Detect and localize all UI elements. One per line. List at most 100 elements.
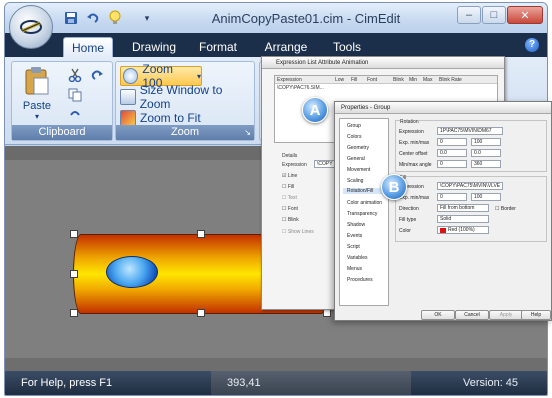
size-window-to-zoom-button[interactable]: Size Window to Zoom [120,83,254,111]
show-lines-checkbox[interactable]: ☐ Show Lines [282,229,314,235]
color-select[interactable]: Red (100%) [437,226,489,234]
cancel-button[interactable]: Cancel [455,310,489,320]
selection-handle[interactable] [70,230,78,238]
nav-item-scaling[interactable]: Scaling [347,178,363,184]
fill-expression-field[interactable]: \COPY\PAC75\MVIN\VLVE [437,182,503,190]
expression-label: Expression [282,162,307,168]
redo-icon[interactable] [90,68,104,85]
nav-item-general[interactable]: General [347,156,365,162]
checkbox-fill[interactable]: ☐ Fill [282,184,294,190]
nav-item-colors[interactable]: Colors [347,134,361,140]
direction-label: Direction [399,206,419,212]
maximize-button[interactable]: □ [482,6,506,24]
angle-min-field[interactable]: 0 [437,160,467,168]
apply-button[interactable]: Apply [489,310,523,320]
copy-icon[interactable] [68,88,82,105]
details-label: Details [282,153,298,159]
status-bar: For Help, press F1 393,41 Version: 45 [5,371,547,395]
tab-drawing[interactable]: Drawing [123,37,185,57]
checkbox-label: Line [287,173,298,179]
format-painter-icon[interactable] [68,108,82,125]
selection-handle[interactable] [70,270,78,278]
nav-item-transparency[interactable]: Transparency [347,211,377,217]
minimize-button[interactable]: – [457,6,481,24]
rotation-exp-min-field[interactable]: 0 [437,138,467,146]
nav-item-menus[interactable]: Menus [347,266,362,272]
tab-home[interactable]: Home [63,37,113,57]
rotation-expression-field[interactable]: 1P\PAC75\MVIN\DM67 [437,127,503,135]
nav-item-procedures[interactable]: Procedures [347,277,373,283]
dialog-launcher-icon[interactable]: ↘ [244,125,251,140]
column-header[interactable]: Expression [277,77,302,83]
rotation-exp-minmax-label: Exp. min/max [399,140,430,146]
paste-button[interactable]: Paste ▾ [20,66,54,122]
checkbox-line[interactable]: ☑ Line [282,173,297,179]
chevron-down-icon: ▾ [34,112,39,121]
border-checkbox[interactable]: ☐ Border [495,206,516,212]
tab-format[interactable]: Format [193,37,243,57]
tab-arrange[interactable]: Arrange [257,37,315,57]
status-help-text: For Help, press F1 [21,377,113,389]
nav-item-movement[interactable]: Movement [347,167,370,173]
rotation-header: Rotation [400,119,419,125]
nav-item-geometry[interactable]: Geometry [347,145,369,151]
column-header[interactable]: Blink [393,77,404,83]
size-window-icon [120,89,136,105]
selection-handle[interactable] [323,309,331,317]
fill-exp-minmax-label: Exp. min/max [399,195,430,201]
column-header[interactable]: Font [367,77,377,83]
nav-item-shadow[interactable]: Shadow [347,222,365,228]
cut-icon[interactable] [68,68,82,85]
nav-item-events[interactable]: Events [347,233,362,239]
checkbox-text[interactable]: ☐ Text [282,195,297,201]
ok-button[interactable]: OK [421,310,455,320]
angle-max-field[interactable]: 360 [471,160,501,168]
color-label: Color [399,228,411,234]
min-max-angle-label: Min/max angle [399,162,432,168]
fill-ellipse[interactable] [106,256,158,288]
selection-handle[interactable] [197,309,205,317]
center-y-field[interactable]: 0.0 [471,149,501,157]
nav-item-color-animation[interactable]: Color animation [347,200,382,206]
expression-field[interactable]: \COPY [314,160,336,168]
nav-item-variables[interactable]: Variables [347,255,367,261]
callout-marker-b: B [381,174,407,200]
close-button[interactable]: ✕ [507,6,543,24]
column-header[interactable]: Low [335,77,344,83]
checkbox-font[interactable]: ☐ Font [282,206,298,212]
zoom-fit-icon [120,110,136,126]
expression-list-header: Expression Low Fill Font Blink Min Max B… [275,76,497,84]
help-button[interactable]: Help [521,310,551,320]
help-icon[interactable]: ? [525,38,539,52]
tab-tools[interactable]: Tools [325,37,369,57]
size-window-label: Size Window to Zoom [139,83,223,111]
checkbox-blink[interactable]: ☐ Blink [282,217,299,223]
fill-type-label: Fill type [399,217,417,223]
fill-exp-min-field[interactable]: 0 [437,193,467,201]
checkbox-label: Show Lines [287,229,314,235]
column-header[interactable]: Blink Rate [439,77,462,83]
dialog-b-title: Properties - Group [335,102,551,114]
fill-exp-max-field[interactable]: 100 [471,193,501,201]
fill-type-select[interactable]: Solid [437,215,489,223]
column-header[interactable]: Min [409,77,417,83]
column-header[interactable]: Max [423,77,432,83]
title-bar: ▾ AnimCopyPaste01.cim - CimEdit – □ ✕ [5,3,547,33]
table-row[interactable]: \COPY\PAC76.SIM... [275,84,497,92]
rotation-exp-max-field[interactable]: 100 [471,138,501,146]
center-offset-label: Center offset [399,151,428,157]
chevron-down-icon[interactable]: ▾ [197,72,201,81]
office-orb-icon[interactable] [9,5,53,49]
border-checkbox-label: Border [500,206,516,212]
selection-handle[interactable] [197,230,205,238]
direction-select[interactable]: Fill from bottom [437,204,489,212]
nav-item-group[interactable]: Group [347,123,361,129]
selection-handle[interactable] [70,309,78,317]
paste-icon [24,66,50,99]
nav-item-script[interactable]: Script [347,244,360,250]
dialog-a-title: Expression List Attribute Animation [262,57,504,69]
checkbox-label: Fill [287,184,295,190]
center-x-field[interactable]: 0.0 [437,149,467,157]
checkbox-label: Blink [287,217,299,223]
column-header[interactable]: Fill [351,77,357,83]
